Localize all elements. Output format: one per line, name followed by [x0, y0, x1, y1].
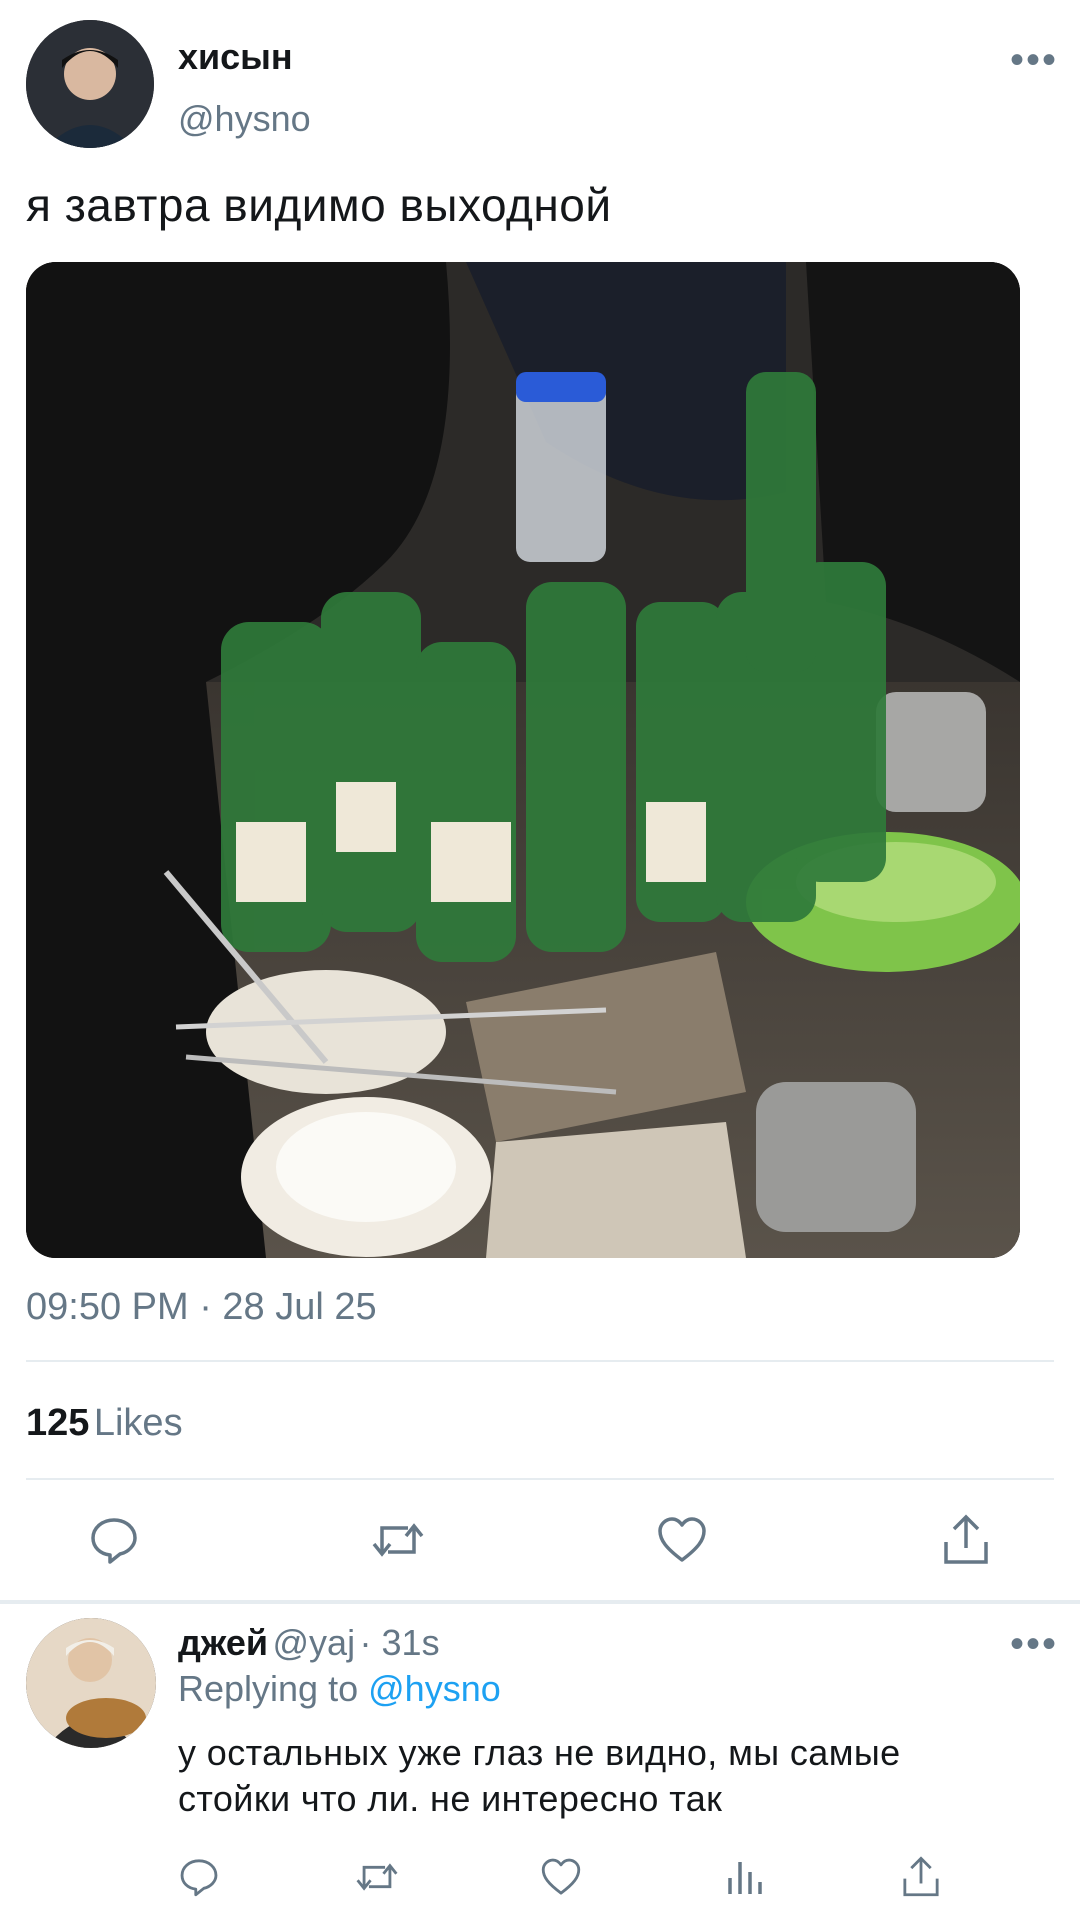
share-icon[interactable]	[900, 1854, 942, 1900]
more-options-icon[interactable]: •••	[1010, 40, 1058, 80]
divider	[26, 1360, 1054, 1362]
share-icon[interactable]	[940, 1512, 992, 1568]
reply-text-line: стойки что ли. не интересно так	[178, 1778, 723, 1819]
reply-icon[interactable]	[88, 1514, 140, 1566]
replying-to-handle[interactable]: @hysno	[368, 1668, 501, 1709]
retweet-icon[interactable]	[370, 1514, 426, 1566]
reply-header: джей @yaj · 31s	[178, 1622, 440, 1664]
author-avatar[interactable]	[26, 20, 154, 148]
section-separator	[0, 1600, 1080, 1604]
author-handle[interactable]: @hysno	[178, 98, 311, 140]
like-icon[interactable]	[540, 1856, 582, 1898]
reply-text-line: у остальных уже глаз не видно, мы самые	[178, 1732, 901, 1773]
reply-author-name[interactable]: джей	[178, 1622, 268, 1663]
retweet-icon[interactable]	[354, 1856, 400, 1898]
like-icon[interactable]	[656, 1514, 708, 1566]
divider	[26, 1478, 1054, 1480]
tweet-text: я завтра видимо выходной	[26, 179, 612, 231]
reply-icon[interactable]	[178, 1856, 220, 1898]
likes-summary[interactable]: 125 Likes	[26, 1402, 183, 1445]
reply-more-options-icon[interactable]: •••	[1010, 1624, 1058, 1664]
reply-author-handle[interactable]: @yaj	[273, 1622, 356, 1663]
likes-label: Likes	[93, 1402, 183, 1444]
reply-author-avatar[interactable]	[26, 1618, 156, 1748]
replying-to-prefix: Replying to	[178, 1668, 359, 1709]
likes-count: 125	[26, 1402, 90, 1444]
author-name[interactable]: хисын	[178, 36, 293, 78]
replying-to: Replying to @hysno	[178, 1668, 501, 1710]
reply-time: · 31s	[359, 1622, 440, 1663]
tweet-media-photo[interactable]	[26, 262, 1020, 1258]
reply-text: у остальных уже глаз не видно, мы самые …	[178, 1730, 1038, 1822]
analytics-icon[interactable]	[724, 1856, 766, 1898]
tweet-timestamp[interactable]: 09:50 PM · 28 Jul 25	[26, 1286, 377, 1329]
